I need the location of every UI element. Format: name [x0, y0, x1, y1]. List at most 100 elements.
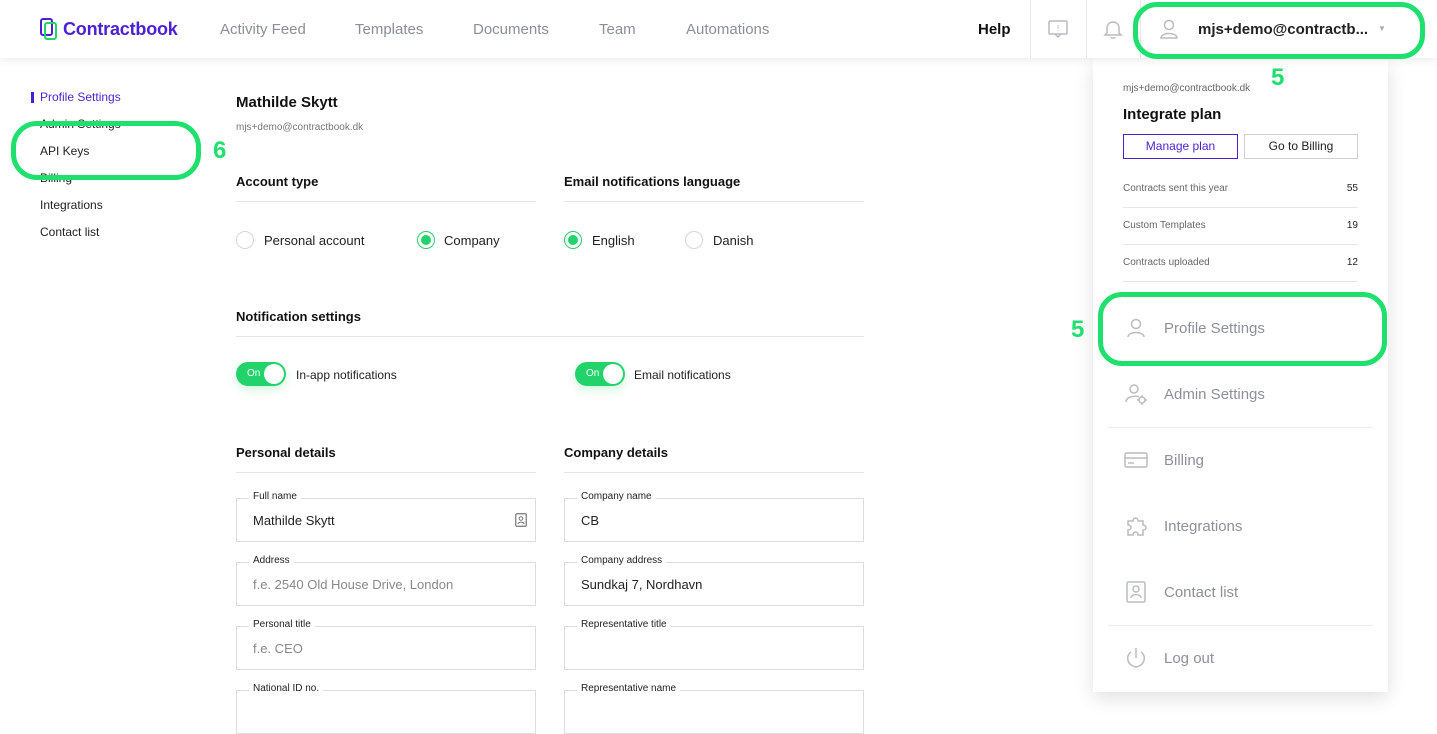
menu-item-label: Contact list	[1164, 584, 1239, 601]
puzzle-icon	[1127, 517, 1147, 536]
radio-english[interactable]	[564, 231, 582, 249]
representative-name-field: Representative name	[564, 683, 864, 734]
user-menu-email: mjs+demo@contractb...	[1198, 21, 1369, 38]
nav-templates[interactable]: Templates	[355, 21, 423, 38]
company-name-field: Company name	[564, 491, 864, 542]
toggle-state: On	[247, 368, 261, 379]
representative-title-label: Representative title	[577, 619, 671, 630]
full-name-input[interactable]	[253, 513, 503, 528]
stat-label: Contracts sent this year	[1123, 183, 1229, 194]
divider	[564, 472, 864, 473]
contractbook-logo-icon	[40, 18, 57, 40]
top-navigation-bar: Contractbook Activity Feed Templates Doc…	[0, 0, 1437, 58]
go-to-billing-button[interactable]: Go to Billing	[1244, 134, 1358, 159]
in-app-notifications-toggle[interactable]: On	[236, 362, 286, 386]
stat-row: Contracts sent this year 55	[1123, 171, 1358, 208]
logo-text: Contractbook	[63, 18, 178, 39]
sidebar-item-profile-settings[interactable]: Profile Settings	[40, 90, 121, 104]
manage-plan-button[interactable]: Manage plan	[1123, 134, 1238, 159]
nav-documents[interactable]: Documents	[473, 21, 549, 38]
company-name-label: Company name	[577, 491, 656, 502]
company-details-title: Company details	[564, 445, 669, 460]
email-notifications-label: Email notifications	[634, 368, 731, 382]
company-address-input[interactable]	[581, 577, 831, 592]
sidebar-item-contact-list[interactable]: Contact list	[40, 225, 99, 239]
national-id-input[interactable]	[253, 705, 503, 720]
stat-label: Contracts uploaded	[1123, 257, 1210, 268]
user-avatar-icon	[1160, 19, 1178, 39]
divider	[236, 201, 536, 202]
email-notifications-toggle[interactable]: On	[575, 362, 625, 386]
menu-item-profile-settings[interactable]: Profile Settings	[1108, 296, 1373, 361]
divider	[564, 201, 864, 202]
sidebar-item-billing[interactable]: Billing	[40, 171, 72, 185]
nav-divider	[1030, 0, 1031, 58]
address-label: Address	[249, 555, 294, 566]
radio-company[interactable]	[417, 231, 435, 249]
address-input[interactable]	[253, 577, 503, 592]
user-menu[interactable]: mjs+demo@contractb... ▼	[1148, 0, 1398, 58]
personal-title-field: Personal title	[236, 619, 536, 670]
full-name-label: Full name	[249, 491, 301, 502]
radio-label-danish: Danish	[713, 233, 754, 248]
menu-item-billing[interactable]: Billing	[1108, 428, 1373, 493]
toggle-knob	[264, 364, 284, 384]
nav-team[interactable]: Team	[599, 21, 636, 38]
representative-title-input[interactable]	[581, 641, 831, 656]
bell-icon[interactable]	[1102, 18, 1124, 40]
stat-row: Contracts uploaded 12	[1123, 245, 1358, 282]
representative-name-input[interactable]	[581, 705, 831, 720]
radio-danish[interactable]	[685, 231, 703, 249]
nav-divider	[1140, 0, 1141, 58]
representative-title-field: Representative title	[564, 619, 864, 670]
sidebar-item-integrations[interactable]: Integrations	[40, 198, 103, 212]
logo[interactable]: Contractbook	[40, 18, 178, 40]
personal-title-input[interactable]	[253, 641, 503, 656]
sidebar-item-admin-settings[interactable]: Admin Settings	[40, 117, 121, 131]
sidebar-item-api-keys[interactable]: API Keys	[40, 144, 89, 158]
user-gear-icon	[1125, 384, 1147, 405]
company-address-field: Company address	[564, 555, 864, 606]
personal-details-title: Personal details	[236, 445, 336, 460]
menu-item-label: Log out	[1164, 650, 1215, 667]
menu-item-label: Admin Settings	[1164, 386, 1265, 403]
divider	[236, 472, 536, 473]
profile-email: mjs+demo@contractbook.dk	[236, 122, 364, 133]
feedback-icon[interactable]: !	[1047, 18, 1069, 40]
svg-text:!: !	[1056, 24, 1059, 33]
user-dropdown-menu: mjs+demo@contractbook.dk Integrate plan …	[1093, 58, 1388, 692]
profile-name: Mathilde Skytt	[236, 94, 338, 111]
menu-item-contact-list[interactable]: Contact list	[1108, 560, 1373, 625]
menu-item-integrations[interactable]: Integrations	[1108, 494, 1373, 559]
divider	[236, 336, 864, 337]
plan-name: Integrate plan	[1123, 106, 1222, 123]
stat-label: Custom Templates	[1123, 220, 1206, 231]
menu-item-label: Billing	[1164, 452, 1205, 469]
radio-personal-account[interactable]	[236, 231, 254, 249]
nav-activity-feed[interactable]: Activity Feed	[220, 21, 306, 38]
toggle-state: On	[586, 368, 600, 379]
help-link[interactable]: Help	[978, 21, 1011, 38]
address-field: Address	[236, 555, 536, 606]
dropdown-email: mjs+demo@contractbook.dk	[1123, 83, 1251, 94]
credit-card-icon	[1124, 452, 1148, 468]
contact-card-icon[interactable]	[515, 513, 527, 527]
stat-value: 19	[1346, 220, 1358, 231]
radio-label-personal-account: Personal account	[264, 233, 365, 248]
menu-item-label: Integrations	[1164, 518, 1243, 535]
menu-item-log-out[interactable]: Log out	[1108, 626, 1373, 691]
nav-automations[interactable]: Automations	[686, 21, 769, 38]
annotation-number: 5	[1271, 64, 1285, 91]
account-type-title: Account type	[236, 174, 319, 189]
active-indicator	[31, 92, 34, 103]
annotation-number: 5	[1071, 316, 1085, 343]
radio-label-company: Company	[444, 233, 500, 248]
language-title: Email notifications language	[564, 174, 741, 189]
stat-value: 12	[1346, 257, 1358, 268]
personal-title-label: Personal title	[249, 619, 315, 630]
company-name-input[interactable]	[581, 513, 831, 528]
full-name-field: Full name	[236, 491, 536, 542]
nav-divider	[1086, 0, 1087, 58]
menu-item-admin-settings[interactable]: Admin Settings	[1108, 362, 1373, 427]
menu-item-label: Profile Settings	[1164, 320, 1265, 337]
